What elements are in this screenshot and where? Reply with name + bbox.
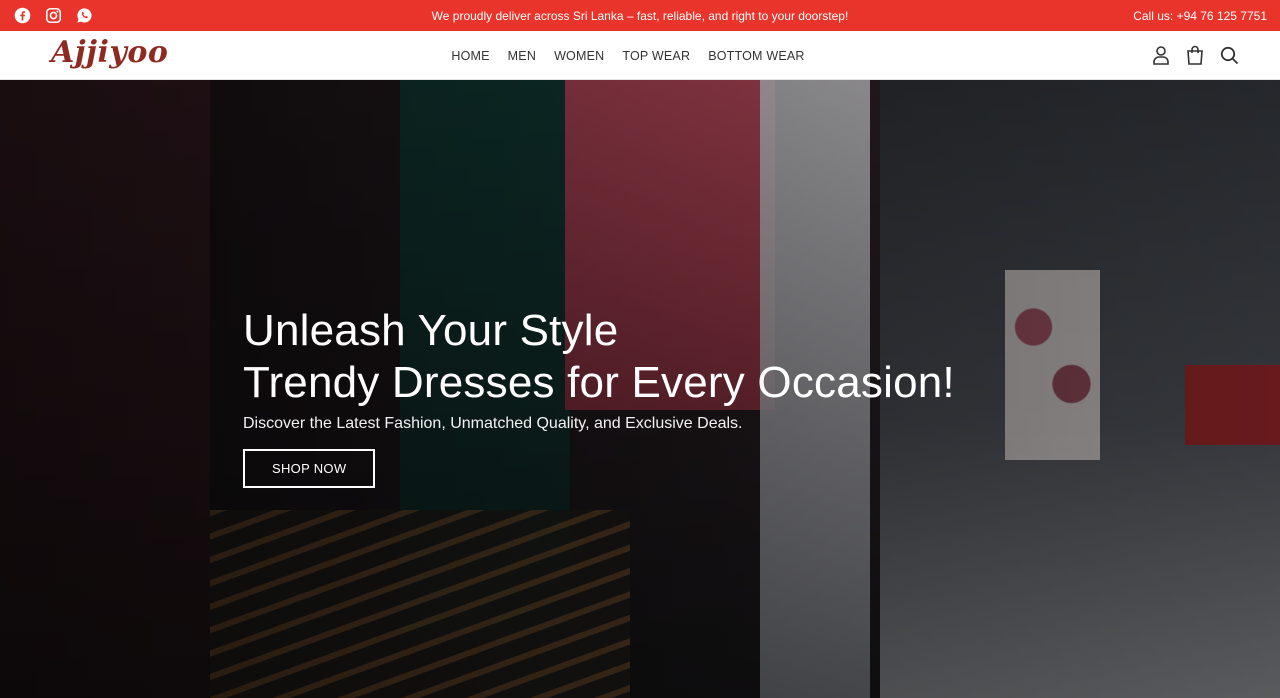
nav-home[interactable]: HOME [451,49,489,63]
main-nav: HOME MEN WOMEN TOP WEAR BOTTOM WEAR [0,31,1280,80]
delivery-announcement: We proudly deliver across Sri Lanka – fa… [431,8,849,23]
hero-subtitle: Discover the Latest Fashion, Unmatched Q… [243,415,743,432]
search-icon[interactable] [1219,45,1239,65]
hero-title-line1: Unleash Your Style [243,306,619,355]
whatsapp-icon[interactable] [75,7,93,25]
call-us-text[interactable]: Call us: +94 76 125 7751 [1133,9,1267,23]
hero-title-line2: Trendy Dresses for Every Occasion! [243,358,955,407]
site-header: Ajjiyoo HOME MEN WOMEN TOP WEAR BOTTOM W… [0,31,1280,80]
instagram-icon[interactable] [44,7,62,25]
header-icons [1151,45,1239,65]
shop-now-button[interactable]: SHOP NOW [243,449,376,488]
nav-bottom-wear[interactable]: BOTTOM WEAR [708,49,804,63]
facebook-icon[interactable] [13,7,31,25]
nav-women[interactable]: WOMEN [554,49,604,63]
hero-content: Unleash Your Style Trendy Dresses for Ev… [243,305,955,488]
shopping-bag-icon[interactable] [1185,45,1205,65]
top-announcement-bar: We proudly deliver across Sri Lanka – fa… [0,0,1280,31]
social-links [13,7,93,25]
nav-men[interactable]: MEN [508,49,536,63]
hero-banner: Unleash Your Style Trendy Dresses for Ev… [0,80,1280,698]
nav-top-wear[interactable]: TOP WEAR [622,49,690,63]
user-icon[interactable] [1151,45,1171,65]
